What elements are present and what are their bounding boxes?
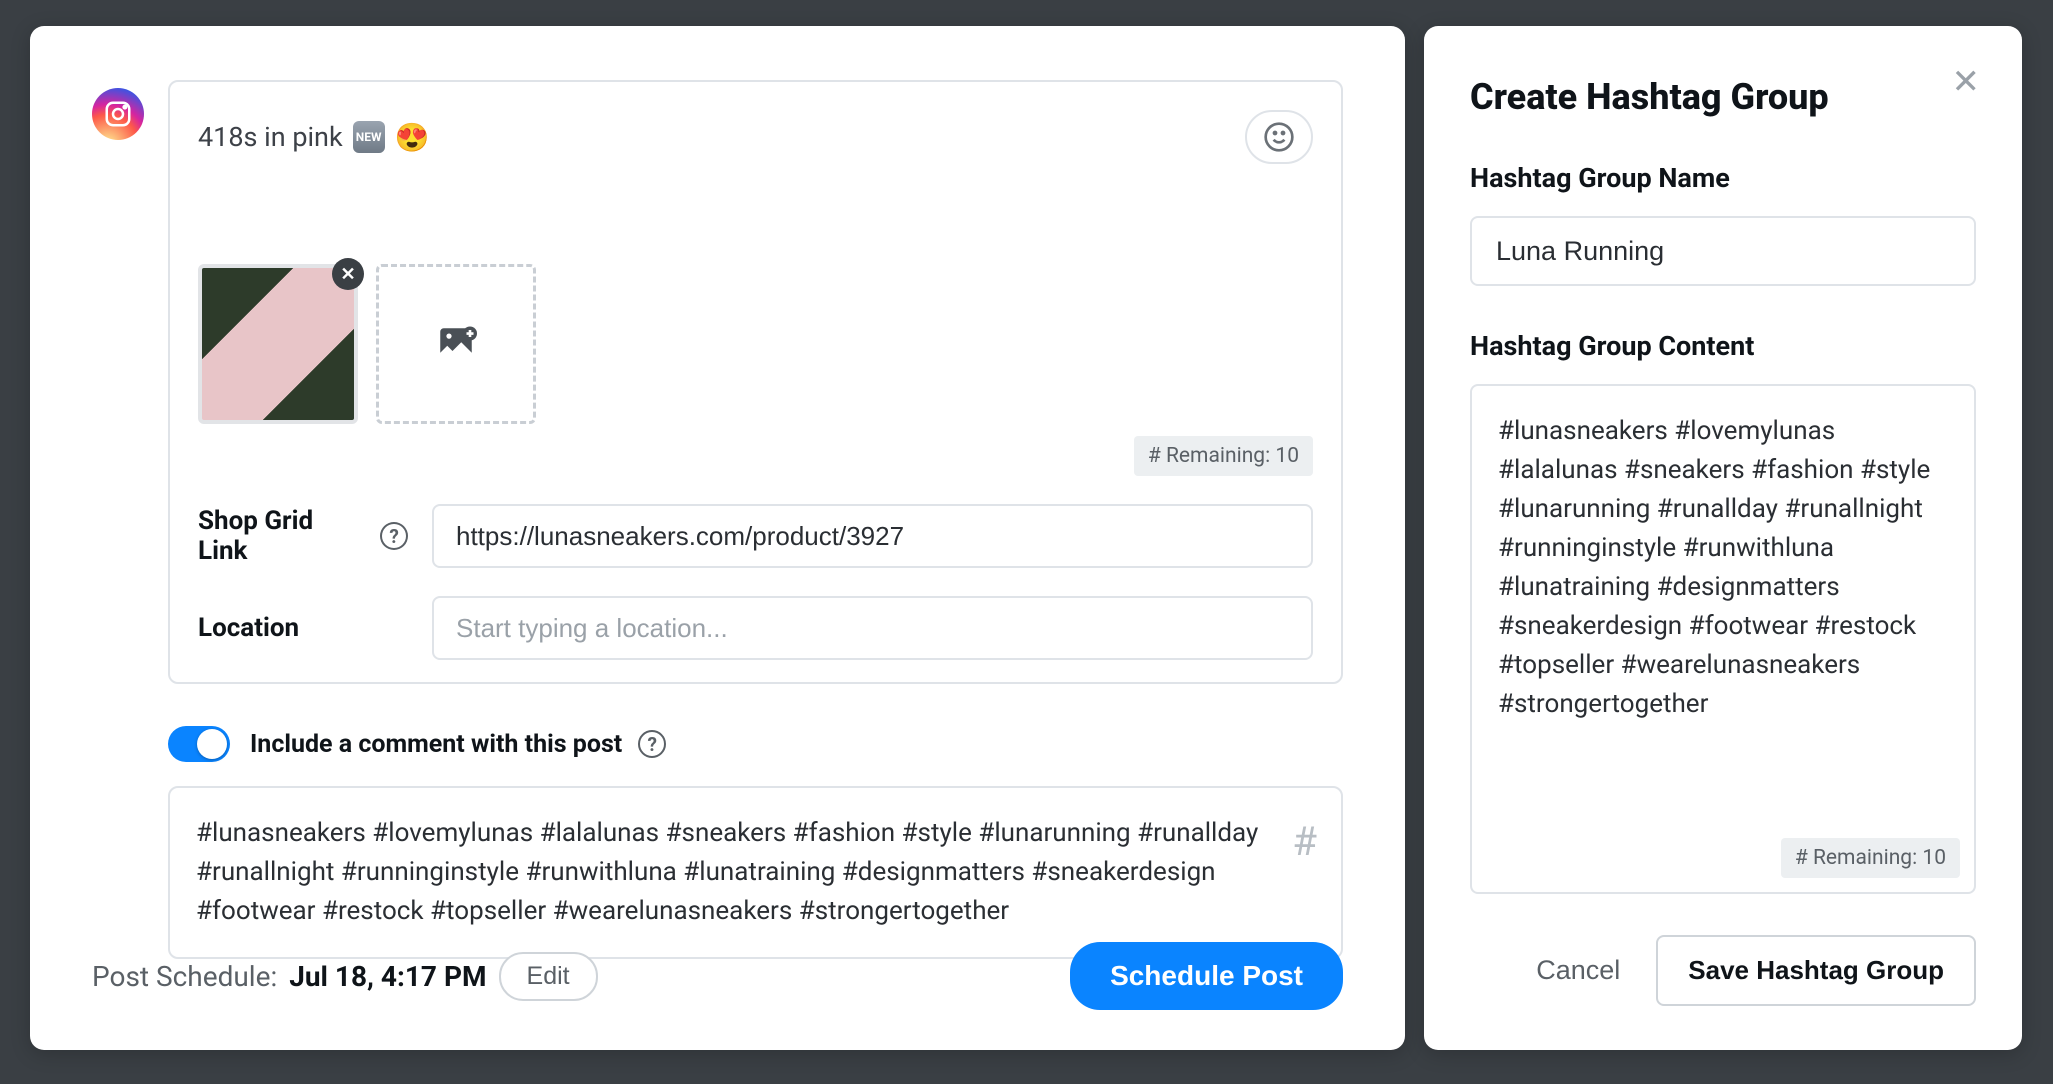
cancel-button[interactable]: Cancel: [1536, 955, 1620, 986]
post-schedule-text: Post Schedule: Jul 18, 4:17 PM Edit: [92, 952, 598, 1001]
heart-eyes-emoji: 😍: [395, 121, 430, 154]
shop-grid-link-label: Shop Grid Link ?: [198, 506, 408, 566]
group-content-textarea[interactable]: [1472, 386, 1974, 892]
compose-post-modal: 418s in pink NEW 😍 ✕: [30, 26, 1405, 1050]
caption-input[interactable]: 418s in pink NEW 😍: [198, 121, 430, 154]
comment-text: #lunasneakers #lovemylunas #lalalunas #s…: [196, 818, 1258, 926]
group-name-label: Hashtag Group Name: [1470, 162, 1976, 194]
hashtag-remaining-badge: # Remaining: 10: [1134, 436, 1313, 476]
location-label: Location: [198, 613, 408, 643]
emoji-picker-button[interactable]: [1245, 110, 1313, 164]
schedule-post-button[interactable]: Schedule Post: [1070, 942, 1343, 1010]
remove-media-icon[interactable]: ✕: [332, 258, 364, 290]
group-name-input[interactable]: [1470, 216, 1976, 286]
shop-grid-link-input[interactable]: [432, 504, 1313, 568]
include-comment-label: Include a comment with this post ?: [250, 730, 666, 759]
save-hashtag-group-button[interactable]: Save Hashtag Group: [1656, 935, 1976, 1006]
group-content-label: Hashtag Group Content: [1470, 330, 1976, 362]
help-icon[interactable]: ?: [638, 730, 666, 758]
compose-box: 418s in pink NEW 😍 ✕: [168, 80, 1343, 684]
help-icon[interactable]: ?: [380, 522, 408, 550]
location-input[interactable]: [432, 596, 1313, 660]
caption-text: 418s in pink: [198, 121, 343, 153]
media-thumbnail[interactable]: ✕: [198, 264, 358, 424]
include-comment-toggle[interactable]: [168, 726, 230, 762]
create-hashtag-group-panel: ✕ Create Hashtag Group Hashtag Group Nam…: [1424, 26, 2022, 1050]
add-media-button[interactable]: [376, 264, 536, 424]
panel-title: Create Hashtag Group: [1470, 76, 1976, 118]
new-badge-icon: NEW: [353, 121, 385, 153]
close-icon[interactable]: ✕: [1952, 62, 1981, 102]
comment-textarea[interactable]: #lunasneakers #lovemylunas #lalalunas #s…: [168, 786, 1343, 959]
instagram-icon: [92, 88, 144, 140]
hashtag-icon[interactable]: #: [1292, 812, 1317, 872]
hashtag-remaining-badge: # Remaining: 10: [1781, 838, 1960, 878]
edit-schedule-button[interactable]: Edit: [499, 952, 598, 1001]
